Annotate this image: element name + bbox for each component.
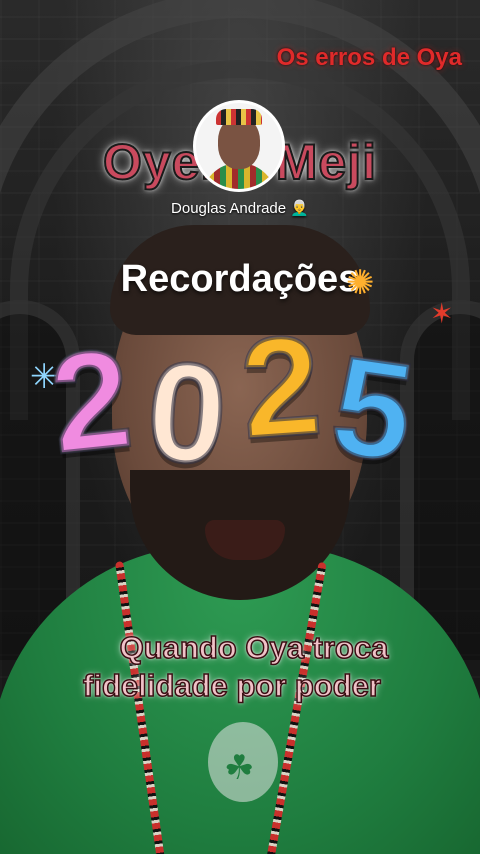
year-sticker: 2 0 2 5: [42, 303, 442, 495]
series-title: Os erros de Oya: [276, 44, 462, 71]
caption-line: Quando Oya troca: [119, 629, 389, 666]
year-digit: 2: [235, 303, 328, 469]
creator-avatar[interactable]: [196, 103, 282, 189]
year-digit: 2: [42, 316, 140, 484]
avatar-cap: [216, 109, 262, 125]
firework-burst-icon: ✶: [430, 298, 454, 329]
video-frame: ☘ Os erros de Oya Oyeku Meji Douglas And…: [0, 0, 480, 854]
firework-burst-icon: ✺: [346, 264, 375, 302]
caption-line: fidelidade por poder: [82, 667, 381, 704]
creator-name[interactable]: Douglas Andrade 👨‍🦳: [0, 199, 480, 217]
headline: Recordações: [120, 258, 360, 300]
shamrock-icon: ☘: [224, 748, 255, 788]
year-digit: 5: [322, 323, 425, 493]
year-digit: 0: [141, 329, 234, 495]
